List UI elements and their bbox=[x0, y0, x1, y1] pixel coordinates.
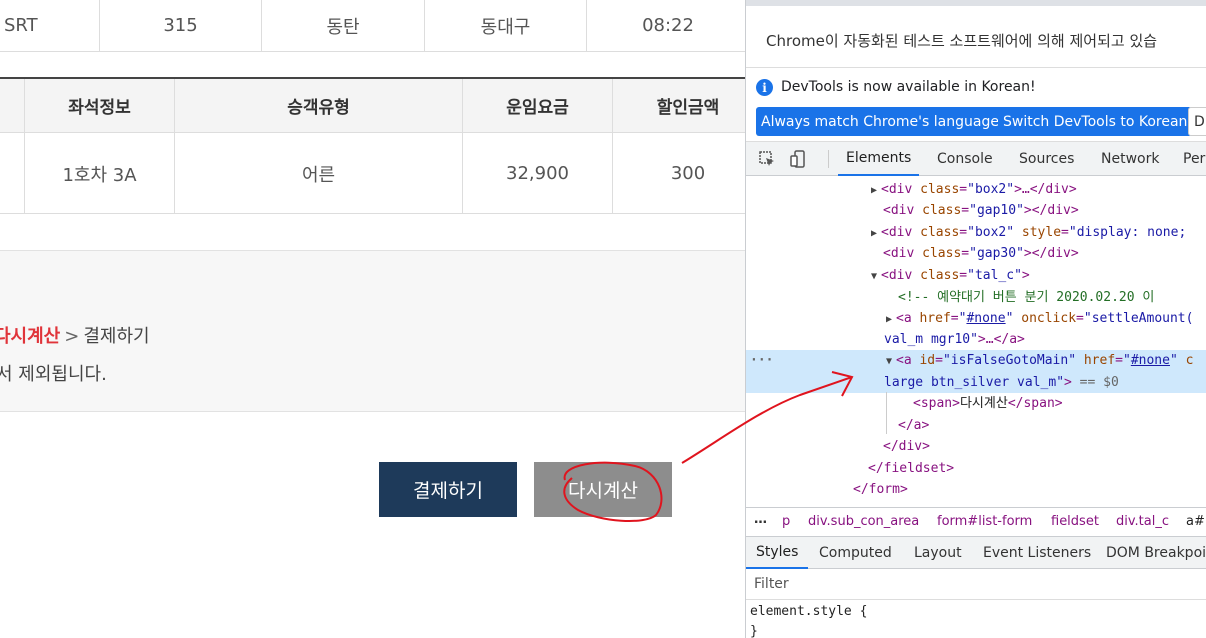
dom-node[interactable]: <span>다시계산</span> bbox=[746, 393, 1206, 414]
breadcrumb-item[interactable]: div.tal_c bbox=[1116, 514, 1169, 529]
filter-placeholder: Filter bbox=[754, 576, 789, 592]
match-language-button[interactable]: Always match Chrome's language bbox=[756, 107, 1004, 136]
collapse-triangle-icon[interactable]: ▼ bbox=[886, 351, 896, 372]
fare-cell-seat: 1호차 3A bbox=[25, 133, 175, 214]
language-message: DevTools is now available in Korean! bbox=[781, 79, 1036, 95]
automation-infobar-text: Chrome이 자동화된 테스트 소프트웨어에 의해 제어되고 있습 bbox=[766, 32, 1158, 50]
dom-node[interactable]: ▶ <a href="#none" onclick="settleAmount( bbox=[746, 308, 1206, 329]
departure-time-cell: 08:22 bbox=[642, 15, 694, 36]
dom-node[interactable]: <div class="gap10"></div> bbox=[746, 200, 1206, 221]
fare-header-seat: 좌석정보 bbox=[25, 79, 175, 132]
tab-layout[interactable]: Layout bbox=[914, 537, 962, 569]
fare-cell-discount: 300 bbox=[670, 163, 706, 184]
breadcrumb-item[interactable]: p bbox=[782, 514, 790, 529]
pay-button[interactable]: 결제하기 bbox=[379, 462, 517, 517]
styles-filter-input[interactable]: Filter bbox=[746, 569, 1206, 600]
fare-cell-passenger: 어른 bbox=[175, 133, 463, 214]
language-bar: i DevTools is now available in Korean! A… bbox=[746, 68, 1206, 142]
train-number-cell: 315 bbox=[100, 0, 262, 51]
expand-triangle-icon[interactable]: ▶ bbox=[871, 180, 881, 201]
tab-styles[interactable]: Styles bbox=[746, 537, 809, 569]
element-style-rule[interactable]: element.style { bbox=[750, 604, 867, 619]
expand-triangle-icon[interactable]: ▶ bbox=[871, 223, 881, 244]
recalculate-button[interactable]: 다시계산 bbox=[534, 462, 672, 517]
fare-cell-fare: 32,900 bbox=[463, 133, 613, 214]
dom-node-selected-continued[interactable]: large btn_silver val_m"> == $0 bbox=[746, 372, 1206, 393]
step-indicator: 다시계산 > 결제하기 bbox=[0, 322, 150, 348]
fare-header-passenger: 승객유형 bbox=[175, 79, 463, 132]
step-current: 다시계산 bbox=[0, 326, 61, 347]
breadcrumb-item-current[interactable]: a#i bbox=[1186, 514, 1206, 529]
switch-korean-button[interactable]: Switch DevTools to Korean bbox=[998, 107, 1193, 136]
table-row: 1호차 3A 어른 32,900 300 bbox=[0, 133, 745, 214]
arrival-station-cell: 동대구 bbox=[425, 0, 587, 51]
dom-close-tag[interactable]: </a> bbox=[746, 415, 1206, 436]
dom-close-tag[interactable]: </fieldset> bbox=[746, 458, 1206, 479]
tab-network[interactable]: Network bbox=[1101, 142, 1159, 176]
tab-elements[interactable]: Elements bbox=[838, 142, 920, 176]
tab-computed[interactable]: Computed bbox=[819, 537, 892, 569]
collapse-triangle-icon[interactable]: ▼ bbox=[871, 266, 881, 287]
step-arrow: > bbox=[64, 326, 80, 347]
inspect-element-icon[interactable] bbox=[758, 150, 776, 168]
automation-infobar: Chrome이 자동화된 테스트 소프트웨어에 의해 제어되고 있습 bbox=[746, 6, 1206, 68]
info-icon: i bbox=[756, 79, 773, 96]
reservation-page: SRT 315 동탄 동대구 08:22 좌석정보 승객유형 운임요금 할인금액… bbox=[0, 0, 745, 638]
dom-close-tag[interactable]: </div> bbox=[746, 436, 1206, 457]
fare-header-fare: 운임요금 bbox=[463, 79, 613, 132]
tab-sources[interactable]: Sources bbox=[1019, 142, 1074, 176]
tab-dom-breakpoints[interactable]: DOM Breakpoi bbox=[1106, 537, 1206, 569]
dom-node-continued[interactable]: val_m mgr10">…</a> bbox=[746, 329, 1206, 350]
styles-tabbar: Styles Computed Layout Event Listeners D… bbox=[746, 537, 1206, 569]
fare-table-header: 좌석정보 승객유형 운임요금 할인금액 bbox=[0, 79, 745, 133]
breadcrumb: … p div.sub_con_area form#list-form fiel… bbox=[746, 507, 1206, 537]
notice-text: 서 제외됩니다. bbox=[0, 364, 107, 385]
fare-header-discount: 할인금액 bbox=[656, 98, 720, 118]
devtools-tabbar: Elements Console Sources Network Per bbox=[746, 142, 1206, 176]
breadcrumb-item[interactable]: form#list-form bbox=[937, 514, 1032, 529]
dom-close-tag[interactable]: </form> bbox=[746, 479, 1206, 500]
fare-cell-spacer bbox=[0, 133, 25, 214]
dom-node[interactable]: ▼ <div class="tal_c"> bbox=[746, 265, 1206, 286]
step-next: 결제하기 bbox=[83, 326, 150, 347]
tabbar-separator bbox=[828, 150, 829, 168]
fare-header-spacer bbox=[0, 79, 25, 132]
departure-station-cell: 동탄 bbox=[262, 0, 425, 51]
train-info-row: SRT 315 동탄 동대구 08:22 bbox=[0, 0, 745, 52]
dom-node[interactable]: ▶ <div class="box2">…</div> bbox=[746, 179, 1206, 200]
tab-console[interactable]: Console bbox=[937, 142, 993, 176]
dom-comment[interactable]: <!-- 예약대기 버튼 분기 2020.02.20 이 bbox=[746, 287, 1206, 308]
devtools-panel: Chrome이 자동화된 테스트 소프트웨어에 의해 제어되고 있습 i Dev… bbox=[745, 0, 1206, 638]
dom-tree: ▶ <div class="box2">…</div> <div class="g… bbox=[746, 177, 1206, 507]
element-style-close: } bbox=[750, 624, 758, 638]
breadcrumb-item[interactable]: div.sub_con_area bbox=[808, 514, 919, 529]
dont-show-button[interactable]: D bbox=[1188, 107, 1206, 136]
tab-event-listeners[interactable]: Event Listeners bbox=[983, 537, 1091, 569]
expand-triangle-icon[interactable]: ▶ bbox=[886, 309, 896, 330]
dom-node[interactable]: ▶ <div class="box2" style="display: none; bbox=[746, 222, 1206, 243]
dom-node[interactable]: <div class="gap30"></div> bbox=[746, 243, 1206, 264]
train-type-cell: SRT bbox=[0, 0, 100, 51]
tab-performance[interactable]: Per bbox=[1183, 142, 1205, 176]
more-options-icon[interactable]: ··· bbox=[750, 350, 773, 371]
breadcrumb-item[interactable]: fieldset bbox=[1051, 514, 1099, 529]
device-toolbar-icon[interactable] bbox=[790, 150, 808, 168]
fare-table: 좌석정보 승객유형 운임요금 할인금액 1호차 3A 어른 32,900 300 bbox=[0, 77, 745, 214]
breadcrumb-overflow[interactable]: … bbox=[754, 512, 767, 527]
